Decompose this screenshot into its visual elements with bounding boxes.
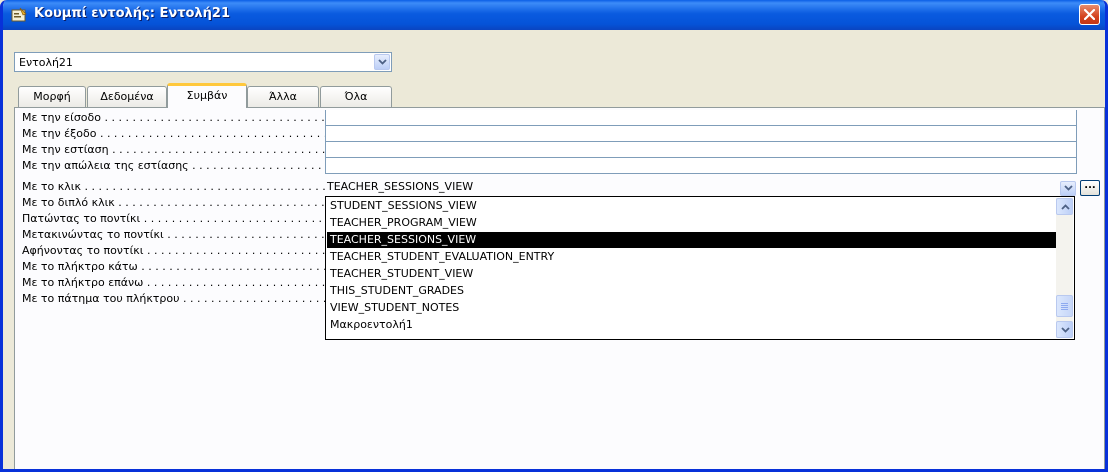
on-click-dropdown-button[interactable] [1060, 181, 1076, 196]
dropdown-option[interactable]: Μακροεντολή1 [327, 317, 1057, 333]
object-selector-combo[interactable]: Εντολή21 [14, 52, 392, 72]
property-row-on-got-focus[interactable]: Με την εστίαση [22, 142, 1077, 158]
property-value-field[interactable] [325, 158, 1077, 174]
property-sheet-icon [11, 7, 27, 23]
chevron-down-icon [1064, 185, 1073, 191]
dropdown-option[interactable]: STUDENT_SESSIONS_VIEW [327, 198, 1057, 214]
property-row-on-lost-focus[interactable]: Με την απώλεια της εστίασης [22, 158, 1077, 174]
tab-data[interactable]: Δεδομένα [87, 86, 167, 107]
dropdown-option-selected[interactable]: TEACHER_SESSIONS_VIEW [327, 232, 1057, 248]
property-row-on-click[interactable]: Με το κλικ TEACHER_SESSIONS_VIEW [22, 179, 1077, 195]
dropdown-option[interactable]: TEACHER_STUDENT_EVALUATION_ENTRY [327, 249, 1057, 265]
property-row-on-exit[interactable]: Με την έξοδο [22, 126, 1077, 142]
property-label: Μετακινώντας το ποντίκι [22, 228, 325, 241]
close-button[interactable] [1079, 4, 1100, 25]
property-label: Με την απώλεια της εστίασης [22, 159, 325, 172]
close-icon [1084, 9, 1095, 20]
property-label: Με το διπλό κλικ [22, 196, 325, 209]
chevron-up-icon [1061, 204, 1070, 210]
tab-format[interactable]: Μορφή [18, 86, 86, 107]
dropdown-option[interactable]: THIS_STUDENT_GRADES [327, 283, 1057, 299]
on-click-dropdown-list[interactable]: STUDENT_SESSIONS_VIEW TEACHER_PROGRAM_VI… [325, 196, 1075, 340]
builder-button[interactable]: ... [1080, 180, 1100, 196]
property-label: Πατώντας το ποντίκι [22, 212, 325, 225]
property-row-on-enter[interactable]: Με την είσοδο [22, 110, 1077, 126]
tab-all[interactable]: Όλα [320, 86, 392, 107]
property-label: Με την είσοδο [22, 111, 325, 124]
scroll-thumb[interactable] [1056, 295, 1073, 317]
property-value-field[interactable] [325, 126, 1077, 142]
tab-other[interactable]: Άλλα [247, 86, 319, 107]
dropdown-option[interactable]: VIEW_STUDENT_NOTES [327, 300, 1057, 316]
tab-strip: Μορφή Δεδομένα Συμβάν Άλλα Όλα [14, 83, 414, 108]
property-label: Με την εστίαση [22, 143, 325, 156]
property-value-field[interactable] [325, 142, 1077, 158]
scroll-down-button[interactable] [1056, 321, 1073, 338]
property-label: Με την έξοδο [22, 127, 325, 140]
property-label: Με το πάτημα του πλήκτρου [22, 292, 325, 305]
property-value-field[interactable] [325, 110, 1077, 126]
chevron-down-icon [1061, 327, 1070, 333]
on-click-value-field[interactable]: TEACHER_SESSIONS_VIEW [325, 179, 1058, 195]
dropdown-option[interactable]: TEACHER_STUDENT_VIEW [327, 266, 1057, 282]
dropdown-scrollbar[interactable] [1056, 198, 1073, 338]
object-selector-value: Εντολή21 [19, 56, 73, 69]
property-label: Με το κλικ [22, 180, 325, 193]
dropdown-option[interactable]: TEACHER_PROGRAM_VIEW [327, 215, 1057, 231]
object-selector-dropdown-button[interactable] [374, 54, 390, 70]
window-title: Κουμπί εντολής: Εντολή21 [34, 6, 230, 21]
property-label: Με το πλήκτρο κάτω [22, 260, 325, 273]
tab-event[interactable]: Συμβάν [167, 83, 247, 108]
chevron-down-icon [378, 59, 387, 65]
property-label: Αφήνοντας το ποντίκι [22, 244, 325, 257]
property-label: Με το πλήκτρο επάνω [22, 276, 325, 289]
title-bar[interactable]: Κουμπί εντολής: Εντολή21 [3, 0, 1105, 30]
scroll-up-button[interactable] [1056, 198, 1073, 215]
